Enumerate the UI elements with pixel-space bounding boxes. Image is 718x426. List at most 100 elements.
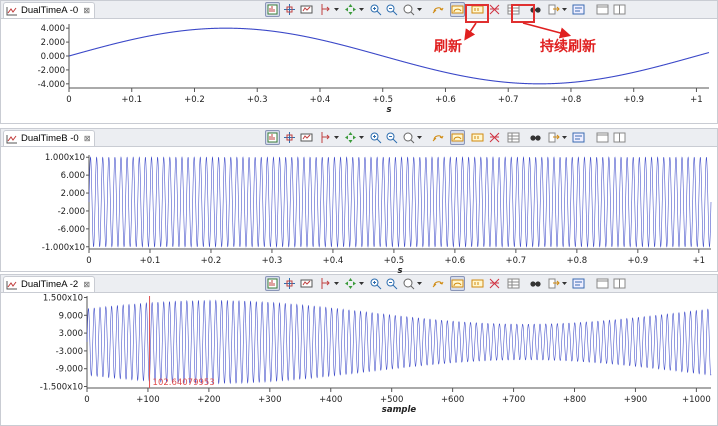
view-1-icon [596, 132, 609, 143]
plot-tab[interactable]: DualTimeA -2 ⊠ [3, 276, 95, 292]
continuous-refresh-button[interactable] [450, 2, 465, 17]
center-button[interactable] [282, 130, 297, 145]
x-tick-label: +100 [136, 395, 159, 405]
continuous-refresh-button[interactable] [450, 130, 465, 145]
refresh-button[interactable] [430, 130, 445, 145]
x-tick-label: +0.1 [121, 95, 142, 105]
dropdown-arrow-icon[interactable] [416, 276, 423, 291]
zoom-out-button[interactable] [384, 130, 399, 145]
cursor-button[interactable] [318, 276, 333, 291]
dropdown-arrow-icon[interactable] [416, 2, 423, 17]
refresh-highlight-box [465, 4, 489, 23]
fit-button[interactable] [299, 276, 314, 291]
zoom-out-button[interactable] [384, 276, 399, 291]
move-button[interactable] [343, 2, 358, 17]
center-button[interactable] [282, 2, 297, 17]
export-button[interactable] [546, 276, 561, 291]
y-tick-label: 3.000 [59, 329, 83, 339]
view-1-button[interactable] [595, 130, 610, 145]
view-2-button[interactable] [612, 276, 627, 291]
view-1-button[interactable] [595, 276, 610, 291]
x-tick-label: 0 [66, 95, 71, 105]
dropdown-arrow-icon[interactable] [333, 276, 340, 291]
tab-close-icon[interactable]: ⊠ [83, 6, 90, 15]
export-icon [548, 132, 560, 143]
clear-icon [489, 132, 500, 143]
y-tick-label: -2.000 [38, 66, 65, 76]
clear-button[interactable] [487, 276, 502, 291]
move-button[interactable] [343, 130, 358, 145]
fit-button[interactable] [299, 2, 314, 17]
table-button[interactable] [506, 130, 521, 145]
cursor-button[interactable] [318, 130, 333, 145]
x-tick-label: +500 [380, 395, 403, 405]
plot-area[interactable]: 4.000 2.000 0.000 -2.000 -4.0000 +0.1 +0.2 +0.3… [1, 20, 718, 125]
y-tick-label: -2.000 [58, 207, 85, 217]
table-button[interactable] [506, 276, 521, 291]
tab-bar: DualTimeA -0 ⊠ [1, 1, 717, 19]
hold-button[interactable] [470, 276, 485, 291]
dropdown-arrow-icon[interactable] [358, 130, 365, 145]
plot-tab[interactable]: DualTimeA -0 ⊠ [3, 2, 95, 18]
clear-button[interactable] [487, 130, 502, 145]
find-button[interactable] [528, 130, 543, 145]
dropdown-arrow-icon[interactable] [561, 2, 568, 17]
zoom-in-button[interactable] [368, 276, 383, 291]
plot-panel-dualtimea-0: DualTimeA -0 ⊠ 4.000 2.000 0.000 -2.000 -4.000… [0, 0, 718, 124]
export-button[interactable] [546, 130, 561, 145]
view-2-icon [613, 4, 626, 15]
zoom-box-button[interactable] [401, 276, 416, 291]
view-2-button[interactable] [612, 2, 627, 17]
properties-icon [572, 4, 585, 15]
view-2-button[interactable] [612, 130, 627, 145]
dropdown-arrow-icon[interactable] [333, 2, 340, 17]
properties-button[interactable] [571, 130, 586, 145]
auto-scale-button[interactable] [265, 2, 280, 17]
center-button[interactable] [282, 276, 297, 291]
hold-button[interactable] [470, 130, 485, 145]
x-tick-label: +0.5 [372, 95, 393, 105]
dropdown-arrow-icon[interactable] [358, 276, 365, 291]
tab-close-icon[interactable]: ⊠ [83, 280, 90, 289]
dropdown-arrow-icon[interactable] [561, 130, 568, 145]
tab-close-icon[interactable]: ⊠ [84, 134, 91, 143]
continuous-refresh-button[interactable] [450, 276, 465, 291]
x-tick-label: +1 [690, 95, 703, 105]
plot-tab[interactable]: DualTimeB -0 ⊠ [3, 130, 96, 146]
auto-scale-button[interactable] [265, 130, 280, 145]
zoom-box-button[interactable] [401, 130, 416, 145]
dropdown-arrow-icon[interactable] [358, 2, 365, 17]
zoom-out-button[interactable] [384, 2, 399, 17]
dropdown-arrow-icon[interactable] [561, 276, 568, 291]
properties-button[interactable] [571, 276, 586, 291]
view-1-button[interactable] [595, 2, 610, 17]
find-button[interactable] [528, 276, 543, 291]
export-button[interactable] [546, 2, 561, 17]
plot-panel-dualtimeb-0: DualTimeB -0 ⊠ 1.000x10 6.000 2.000 -2.000 -6.… [0, 128, 718, 273]
plot-area[interactable]: 1.000x10 6.000 2.000 -2.000 -6.000 -1.000x100… [1, 148, 718, 273]
move-button[interactable] [343, 276, 358, 291]
fit-button[interactable] [299, 130, 314, 145]
clear-button[interactable] [487, 2, 502, 17]
tab-bar: DualTimeB -0 ⊠ [1, 129, 717, 147]
x-tick-label: +0.6 [435, 95, 456, 105]
properties-button[interactable] [571, 2, 586, 17]
y-tick-label: -9.000 [56, 365, 83, 375]
fit-icon [300, 133, 313, 142]
zoom-in-button[interactable] [368, 130, 383, 145]
refresh-button[interactable] [430, 276, 445, 291]
y-tick-label: 9.000 [59, 311, 83, 321]
y-tick-label: 2.000 [41, 38, 65, 48]
cursor-button[interactable] [318, 2, 333, 17]
continuous-refresh-icon [451, 279, 464, 288]
refresh-button[interactable] [430, 2, 445, 17]
dropdown-arrow-icon[interactable] [416, 130, 423, 145]
zoom-out-icon [386, 278, 398, 290]
dropdown-arrow-icon[interactable] [333, 130, 340, 145]
zoom-in-icon [370, 132, 382, 144]
plot-area[interactable]: 1.500x10 9.000 3.000 -3.000 -9.000 -1.500x100… [1, 294, 718, 426]
auto-scale-button[interactable] [265, 276, 280, 291]
zoom-box-button[interactable] [401, 2, 416, 17]
x-tick-label: +0.2 [184, 95, 205, 105]
zoom-in-button[interactable] [368, 2, 383, 17]
